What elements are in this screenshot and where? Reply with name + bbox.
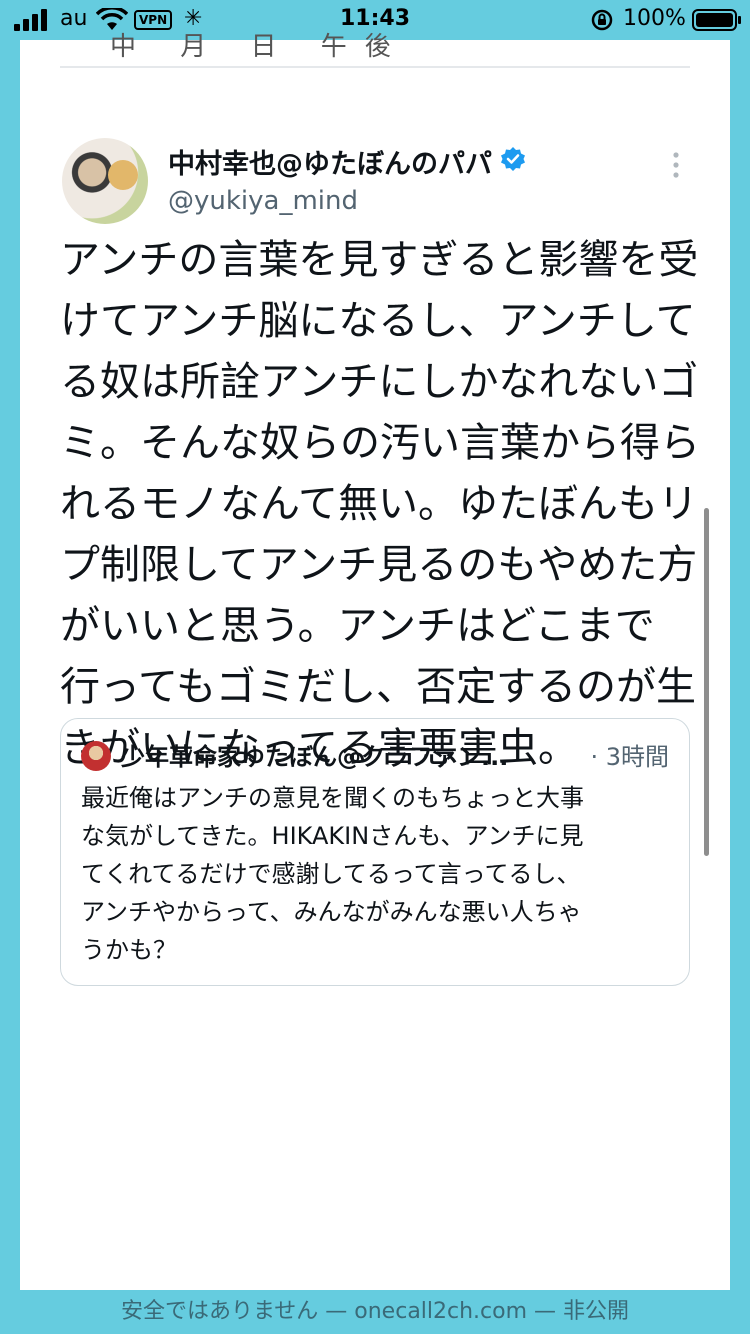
- quoted-timestamp: · 3時間: [590, 743, 669, 771]
- scrollbar[interactable]: [704, 508, 709, 856]
- quoted-tweet-text: 最近俺はアンチの意見を聞くのもちょっと大事 な気がしてきた。HIKAKINさんも…: [81, 784, 585, 964]
- quoted-display-name: 少年革命家ゆたぼん@クラファン...: [121, 743, 509, 771]
- battery-icon: [692, 9, 741, 31]
- url-bar[interactable]: 安全ではありません — onecall2ch.com — 非公開: [0, 1292, 750, 1334]
- handle[interactable]: @yukiya_mind: [168, 186, 358, 216]
- divider: [60, 66, 690, 68]
- quoted-avatar: [81, 741, 111, 771]
- rotation-lock-icon: [591, 9, 613, 31]
- quoted-tweet-card[interactable]: 少年革命家ゆたぼん@クラファン... · 3時間 最近俺はアンチの意見を聞くのも…: [60, 718, 690, 986]
- previous-tweet-fragment: 中 月 日 午後: [110, 32, 409, 62]
- battery-percent: 100%: [623, 6, 686, 31]
- tweet-page: 中 月 日 午後 中村幸也@ゆたぼんのパパ @yukiya_mind アンチの言…: [20, 32, 730, 1290]
- display-name[interactable]: 中村幸也@ゆたぼんのパパ: [168, 142, 492, 181]
- tweet-text: アンチの言葉を見すぎると影響を受 けてアンチ脳になるし、アンチして る奴は所詮ア…: [60, 237, 700, 771]
- more-options-icon[interactable]: [670, 150, 682, 180]
- verified-badge-icon: [501, 147, 525, 171]
- avatar[interactable]: [62, 138, 148, 224]
